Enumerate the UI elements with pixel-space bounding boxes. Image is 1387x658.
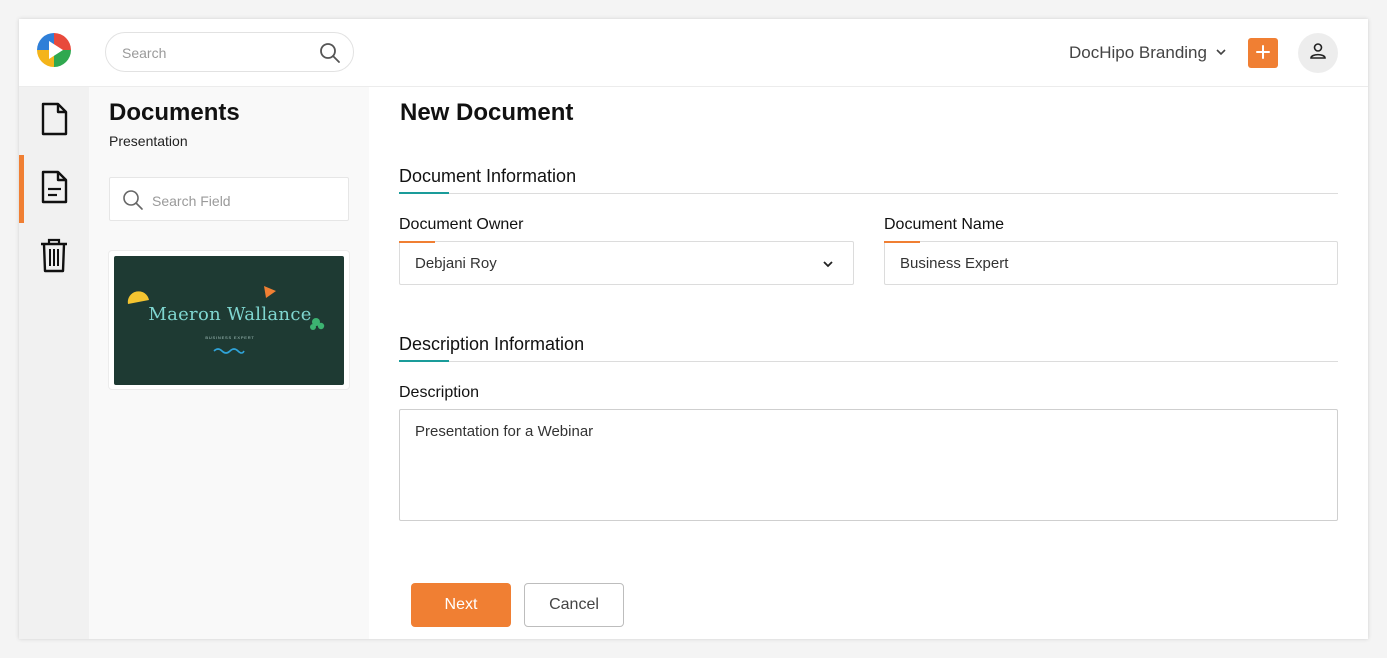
workspace-dropdown[interactable]: DocHipo Branding (1069, 41, 1227, 65)
search-icon (122, 189, 144, 211)
profile-avatar[interactable] (1298, 33, 1338, 73)
field-search-box[interactable] (109, 177, 349, 221)
chevron-down-icon (1215, 43, 1227, 63)
icon-rail (19, 87, 89, 639)
dochipo-logo-icon[interactable] (35, 31, 73, 69)
document-name-value: Business Expert (900, 255, 1009, 272)
chevron-down-icon (821, 257, 835, 271)
presentation-thumbnail: Maeron Wallance BUSINESS EXPERT (114, 256, 344, 385)
documents-panel: Documents Presentation Maeron Wallance B… (89, 87, 369, 639)
global-search-input[interactable] (122, 42, 312, 64)
global-search-box[interactable] (105, 32, 354, 72)
document-name-field[interactable]: Business Expert (884, 241, 1338, 285)
next-button[interactable]: Next (411, 583, 511, 627)
document-information-heading: Document Information (399, 166, 577, 186)
section-divider (399, 360, 1338, 362)
field-search-input[interactable] (152, 190, 332, 212)
document-owner-label: Document Owner (399, 216, 524, 233)
new-document-form: New Document Document Information Docume… (369, 87, 1368, 639)
cancel-button[interactable]: Cancel (524, 583, 624, 627)
workspace-label: DocHipo Branding (1069, 43, 1207, 62)
description-textarea[interactable]: Presentation for a Webinar (399, 409, 1338, 521)
search-icon[interactable] (319, 42, 341, 64)
description-information-heading: Description Information (399, 334, 585, 354)
presentation-thumbnail-card[interactable]: Maeron Wallance BUSINESS EXPERT (108, 250, 350, 390)
rail-item-files[interactable] (19, 87, 89, 155)
rail-item-trash[interactable] (19, 223, 89, 291)
trash-icon (39, 237, 69, 278)
document-owner-value: Debjani Roy (415, 255, 497, 272)
panel-subtitle: Presentation (109, 133, 188, 149)
top-bar: DocHipo Branding (19, 19, 1368, 87)
description-label: Description (399, 384, 480, 401)
page-title: New Document (400, 99, 574, 126)
file-icon (39, 102, 69, 141)
thumbnail-subtitle: BUSINESS EXPERT (205, 335, 255, 340)
section-divider (399, 192, 1338, 194)
description-value: Presentation for a Webinar (415, 423, 594, 440)
document-name-label: Document Name (884, 216, 1005, 233)
app-window: DocHipo Branding (19, 19, 1368, 639)
panel-title: Documents (109, 99, 240, 126)
document-text-icon (39, 170, 69, 209)
user-icon (1308, 41, 1328, 66)
add-button[interactable] (1248, 38, 1278, 68)
rail-item-documents[interactable] (19, 155, 89, 223)
plus-icon (1255, 44, 1271, 63)
thumbnail-title: Maeron Wallance (148, 304, 312, 325)
document-owner-select[interactable]: Debjani Roy (399, 241, 854, 285)
